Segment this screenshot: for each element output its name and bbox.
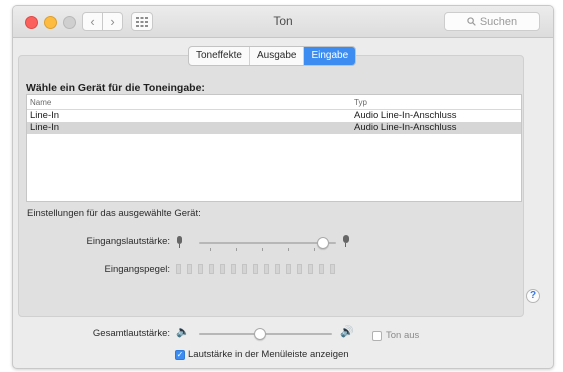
- slider-tick: [210, 248, 211, 251]
- table-row[interactable]: Line-In Audio Line-In-Anschluss: [27, 110, 521, 122]
- level-segment: [319, 264, 324, 274]
- device-type: Audio Line-In-Anschluss: [354, 110, 457, 121]
- speaker-high-icon: 🔊: [340, 326, 354, 338]
- tab-ausgabe[interactable]: Ausgabe: [248, 47, 303, 65]
- title-bar: ‹ › Ton Suchen: [13, 6, 553, 38]
- search-field[interactable]: Suchen: [444, 12, 540, 31]
- level-segment: [220, 264, 225, 274]
- mute-checkbox[interactable]: [372, 331, 382, 341]
- device-section-title: Wähle ein Gerät für die Toneingabe:: [26, 82, 205, 94]
- device-name: Line-In: [30, 110, 60, 121]
- device-settings-label: Einstellungen für das ausgewählte Gerät:: [27, 208, 201, 219]
- level-segment: [209, 264, 214, 274]
- column-header-type[interactable]: Typ: [354, 98, 367, 107]
- output-volume-slider-knob[interactable]: [253, 328, 266, 340]
- speaker-low-icon: 🔈: [176, 326, 190, 338]
- output-volume-label: Gesamtlautstärke:: [92, 328, 170, 339]
- mute-label: Ton aus: [386, 330, 420, 341]
- input-volume-track[interactable]: [199, 242, 336, 244]
- level-segment: [231, 264, 236, 274]
- show-in-menubar-label: Lautstärke in der Menüleiste anzeigen: [188, 349, 349, 360]
- microphone-low-icon: [176, 236, 183, 248]
- search-icon: [467, 17, 476, 26]
- level-segment: [198, 264, 203, 274]
- column-header-name[interactable]: Name: [30, 98, 51, 107]
- level-segment: [242, 264, 247, 274]
- table-header: Name Typ: [27, 95, 521, 110]
- table-row-selected[interactable]: Line-In Audio Line-In-Anschluss: [27, 122, 521, 134]
- device-type: Audio Line-In-Anschluss: [354, 122, 457, 133]
- device-name: Line-In: [30, 122, 60, 133]
- level-segment: [308, 264, 313, 274]
- device-table[interactable]: Name Typ Line-In Audio Line-In-Anschluss…: [26, 94, 522, 202]
- level-segment: [176, 264, 181, 274]
- search-placeholder: Suchen: [479, 15, 518, 28]
- level-segment: [264, 264, 269, 274]
- slider-tick: [236, 248, 237, 251]
- level-segment: [286, 264, 291, 274]
- input-level-label: Eingangspegel:: [104, 264, 171, 275]
- tab-eingabe[interactable]: Eingabe: [303, 47, 356, 65]
- level-segment: [253, 264, 258, 274]
- show-in-menubar-checkbox[interactable]: ✓: [175, 350, 185, 360]
- input-volume-label: Eingangslautstärke:: [86, 236, 170, 247]
- level-segment: [187, 264, 192, 274]
- slider-tick: [288, 248, 289, 251]
- tab-bar: Toneffekte Ausgabe Eingabe: [188, 46, 357, 66]
- level-segment: [275, 264, 280, 274]
- level-segment: [297, 264, 302, 274]
- input-level-meter: [176, 264, 335, 274]
- microphone-high-icon: [342, 235, 349, 247]
- slider-tick: [262, 248, 263, 251]
- level-segment: [330, 264, 335, 274]
- help-button[interactable]: ?: [526, 289, 540, 303]
- tab-toneffekte[interactable]: Toneffekte: [189, 47, 249, 65]
- slider-tick: [314, 248, 315, 251]
